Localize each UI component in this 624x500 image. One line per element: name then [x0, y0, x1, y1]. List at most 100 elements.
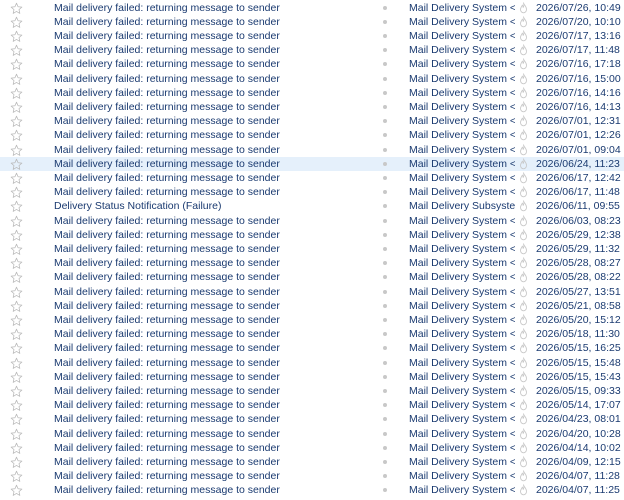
message-row[interactable]: Mail delivery failed: returning message … [0, 1, 624, 15]
message-row[interactable]: Mail delivery failed: returning message … [0, 384, 624, 398]
message-row[interactable]: Mail delivery failed: returning message … [0, 285, 624, 299]
junk-status-flame-icon[interactable] [518, 455, 530, 469]
junk-status-flame-icon[interactable] [518, 270, 530, 284]
star-icon[interactable] [10, 270, 24, 284]
message-row[interactable]: Mail delivery failed: returning message … [0, 427, 624, 441]
junk-status-flame-icon[interactable] [518, 214, 530, 228]
message-row[interactable]: Mail delivery failed: returning message … [0, 228, 624, 242]
junk-status-flame-icon[interactable] [518, 341, 530, 355]
message-row[interactable]: Mail delivery failed: returning message … [0, 128, 624, 142]
junk-status-flame-icon[interactable] [518, 100, 530, 114]
message-row[interactable]: Mail delivery failed: returning message … [0, 327, 624, 341]
star-icon[interactable] [10, 143, 24, 157]
message-row[interactable]: Mail delivery failed: returning message … [0, 455, 624, 469]
message-row[interactable]: Mail delivery failed: returning message … [0, 29, 624, 43]
star-icon[interactable] [10, 285, 24, 299]
message-row[interactable]: Mail delivery failed: returning message … [0, 313, 624, 327]
star-icon[interactable] [10, 29, 24, 43]
star-icon[interactable] [10, 114, 24, 128]
junk-status-flame-icon[interactable] [518, 57, 530, 71]
read-status-dot-icon[interactable] [381, 313, 389, 327]
junk-status-flame-icon[interactable] [518, 370, 530, 384]
star-icon[interactable] [10, 384, 24, 398]
read-status-dot-icon[interactable] [381, 370, 389, 384]
star-icon[interactable] [10, 128, 24, 142]
read-status-dot-icon[interactable] [381, 299, 389, 313]
message-row[interactable]: Mail delivery failed: returning message … [0, 15, 624, 29]
read-status-dot-icon[interactable] [381, 15, 389, 29]
read-status-dot-icon[interactable] [381, 427, 389, 441]
message-row[interactable]: Mail delivery failed: returning message … [0, 185, 624, 199]
message-row[interactable]: Mail delivery failed: returning message … [0, 242, 624, 256]
message-row[interactable]: Mail delivery failed: returning message … [0, 412, 624, 426]
read-status-dot-icon[interactable] [381, 29, 389, 43]
message-row[interactable]: Mail delivery failed: returning message … [0, 57, 624, 71]
star-icon[interactable] [10, 72, 24, 86]
message-row[interactable]: Mail delivery failed: returning message … [0, 299, 624, 313]
message-row[interactable]: Delivery Status Notification (Failure) M… [0, 199, 624, 213]
read-status-dot-icon[interactable] [381, 270, 389, 284]
junk-status-flame-icon[interactable] [518, 313, 530, 327]
junk-status-flame-icon[interactable] [518, 15, 530, 29]
junk-status-flame-icon[interactable] [518, 157, 530, 171]
read-status-dot-icon[interactable] [381, 412, 389, 426]
message-row[interactable]: Mail delivery failed: returning message … [0, 270, 624, 284]
message-row[interactable]: Mail delivery failed: returning message … [0, 114, 624, 128]
star-icon[interactable] [10, 15, 24, 29]
junk-status-flame-icon[interactable] [518, 143, 530, 157]
message-row[interactable]: Mail delivery failed: returning message … [0, 370, 624, 384]
read-status-dot-icon[interactable] [381, 398, 389, 412]
read-status-dot-icon[interactable] [381, 86, 389, 100]
junk-status-flame-icon[interactable] [518, 384, 530, 398]
read-status-dot-icon[interactable] [381, 327, 389, 341]
message-row[interactable]: Mail delivery failed: returning message … [0, 72, 624, 86]
star-icon[interactable] [10, 313, 24, 327]
read-status-dot-icon[interactable] [381, 185, 389, 199]
star-icon[interactable] [10, 256, 24, 270]
star-icon[interactable] [10, 441, 24, 455]
junk-status-flame-icon[interactable] [518, 199, 530, 213]
star-icon[interactable] [10, 57, 24, 71]
star-icon[interactable] [10, 171, 24, 185]
read-status-dot-icon[interactable] [381, 171, 389, 185]
message-row[interactable]: Mail delivery failed: returning message … [0, 441, 624, 455]
message-row[interactable]: Mail delivery failed: returning message … [0, 469, 624, 483]
read-status-dot-icon[interactable] [381, 128, 389, 142]
junk-status-flame-icon[interactable] [518, 228, 530, 242]
star-icon[interactable] [10, 341, 24, 355]
junk-status-flame-icon[interactable] [518, 398, 530, 412]
star-icon[interactable] [10, 1, 24, 15]
message-row[interactable]: Mail delivery failed: returning message … [0, 483, 624, 497]
read-status-dot-icon[interactable] [381, 157, 389, 171]
star-icon[interactable] [10, 327, 24, 341]
star-icon[interactable] [10, 483, 24, 497]
star-icon[interactable] [10, 455, 24, 469]
message-row[interactable]: Mail delivery failed: returning message … [0, 171, 624, 185]
star-icon[interactable] [10, 199, 24, 213]
message-row[interactable]: Mail delivery failed: returning message … [0, 43, 624, 57]
star-icon[interactable] [10, 370, 24, 384]
junk-status-flame-icon[interactable] [518, 114, 530, 128]
junk-status-flame-icon[interactable] [518, 72, 530, 86]
message-row[interactable]: Mail delivery failed: returning message … [0, 86, 624, 100]
star-icon[interactable] [10, 86, 24, 100]
read-status-dot-icon[interactable] [381, 441, 389, 455]
star-icon[interactable] [10, 214, 24, 228]
junk-status-flame-icon[interactable] [518, 483, 530, 497]
star-icon[interactable] [10, 299, 24, 313]
read-status-dot-icon[interactable] [381, 384, 389, 398]
junk-status-flame-icon[interactable] [518, 299, 530, 313]
read-status-dot-icon[interactable] [381, 256, 389, 270]
read-status-dot-icon[interactable] [381, 199, 389, 213]
junk-status-flame-icon[interactable] [518, 185, 530, 199]
read-status-dot-icon[interactable] [381, 100, 389, 114]
junk-status-flame-icon[interactable] [518, 86, 530, 100]
message-row[interactable]: Mail delivery failed: returning message … [0, 156, 624, 171]
junk-status-flame-icon[interactable] [518, 356, 530, 370]
read-status-dot-icon[interactable] [381, 483, 389, 497]
star-icon[interactable] [10, 427, 24, 441]
star-icon[interactable] [10, 43, 24, 57]
star-icon[interactable] [10, 242, 24, 256]
read-status-dot-icon[interactable] [381, 242, 389, 256]
read-status-dot-icon[interactable] [381, 214, 389, 228]
